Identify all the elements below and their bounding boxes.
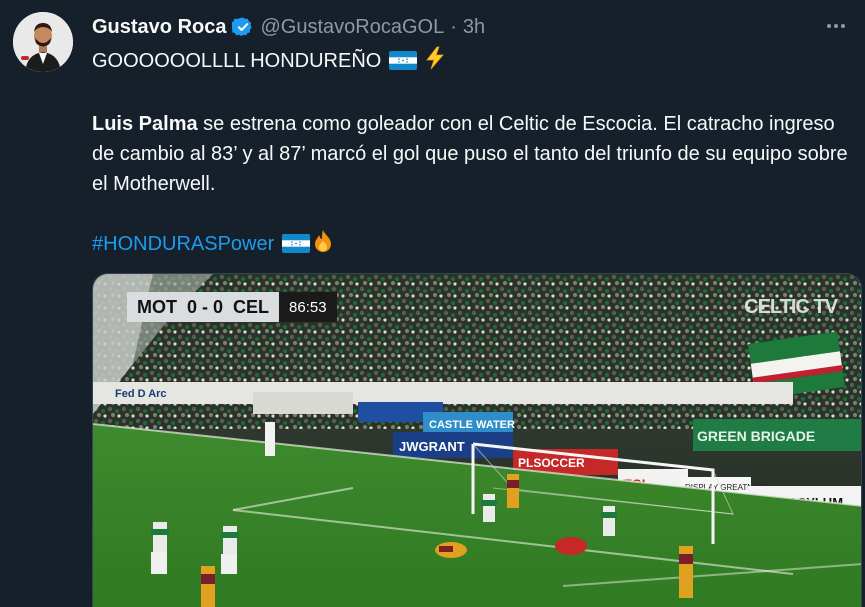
tweet-line-1: GOOOOOOLLLL HONDUREÑO [92, 46, 862, 79]
author-handle[interactable]: @GustavoRocaGOL [260, 16, 444, 39]
channel-logo: CELTIC TV [744, 296, 838, 318]
more-options-icon[interactable] [821, 14, 851, 40]
tweet-body: se estrena como goleador con el Celtic d… [92, 113, 848, 195]
verified-badge-icon [231, 16, 254, 38]
honduras-flag-icon [388, 49, 417, 70]
tweet-hashtag-line: #HONDURASPower [92, 229, 862, 262]
ad-board-2: CASTLE WATER [429, 419, 515, 431]
away-team: CEL [233, 296, 270, 317]
player-name: Luis Palma [92, 113, 198, 135]
tweet-text: GOOOOOOLLLL HONDUREÑO Luis Palma se estr… [92, 46, 862, 262]
scoreboard-score: MOT 0 - 0 CEL [127, 292, 280, 322]
fire-icon [312, 229, 334, 262]
timestamp[interactable]: 3h [463, 16, 485, 39]
goal-shout: GOOOOOOLLLL HONDUREÑO [92, 50, 382, 72]
high-voltage-icon [424, 46, 446, 79]
ad-board-1: Fed D Arc [115, 388, 167, 400]
avatar-image [13, 12, 73, 72]
match-clock: 86:53 [279, 292, 337, 322]
separator-dot: · [450, 15, 457, 38]
tweet-paragraph: Luis Palma se estrena como goleador con … [92, 109, 862, 199]
hashtag-link[interactable]: #HONDURASPower [92, 233, 274, 255]
score: 0 - 0 [187, 296, 224, 317]
author-name[interactable]: Gustavo Roca [92, 16, 226, 39]
ad-board-8: GREEN BRIGADE [697, 428, 815, 444]
video-media[interactable]: Fed D Arc CASTLE WATER GREEN BRIGADE JWG… [92, 273, 862, 607]
match-video-frame: Fed D Arc CASTLE WATER GREEN BRIGADE JWG… [93, 274, 861, 607]
ad-board-4: PLSOCCER [518, 456, 585, 470]
avatar[interactable] [13, 12, 73, 72]
tweet-header: Gustavo Roca @GustavoRocaGOL · 3h [92, 14, 485, 40]
ad-board-3: JWGRANT [399, 439, 465, 454]
honduras-flag-icon [281, 232, 310, 253]
home-team: MOT [137, 296, 177, 317]
scoreboard: MOT 0 - 0 CEL 86:53 [127, 292, 337, 322]
tweet[interactable]: Gustavo Roca @GustavoRocaGOL · 3h GOOOOO… [0, 0, 865, 607]
